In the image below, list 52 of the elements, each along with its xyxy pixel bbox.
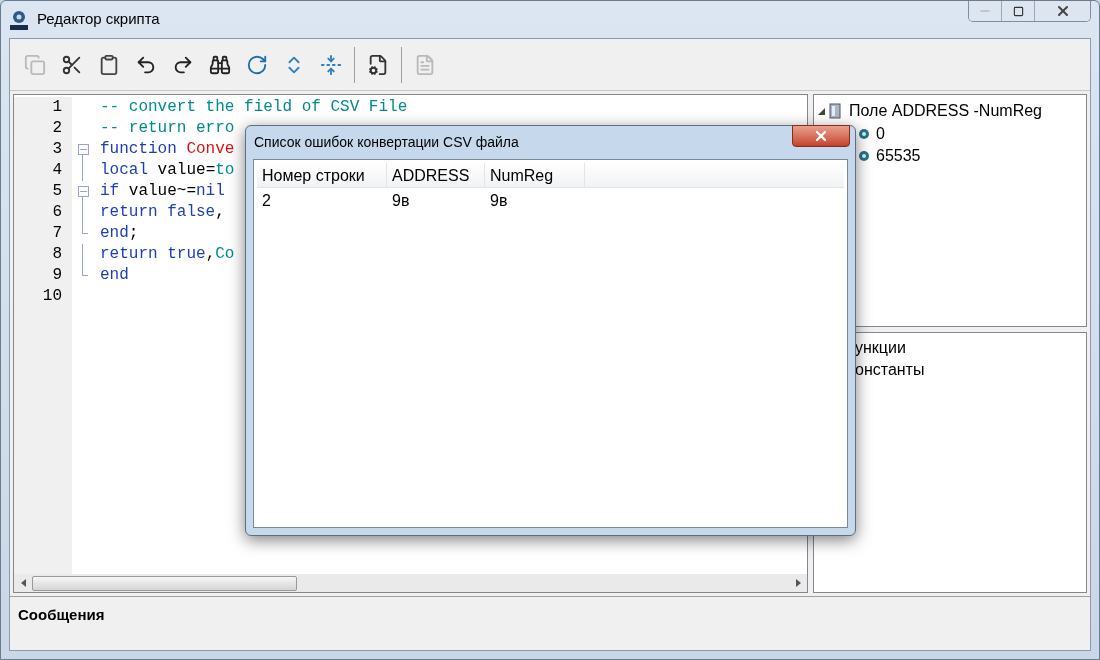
- table-cell-text: 9в: [489, 191, 509, 211]
- code-line: local value=to: [99, 160, 235, 181]
- dialog-title: Список ошибок конвертации CSV файла: [253, 133, 519, 152]
- table-cell-text: 9в: [391, 191, 411, 211]
- maximize-icon: [1012, 5, 1024, 17]
- scrollbar-thumb[interactable]: [32, 575, 297, 591]
- line-number: 2: [52, 118, 62, 139]
- column-header[interactable]: Номер строки: [257, 163, 387, 187]
- scroll-left-icon[interactable]: [20, 579, 26, 587]
- line-number: 9: [52, 265, 62, 286]
- clipboard-icon: [98, 53, 120, 76]
- expand-arrow-icon[interactable]: [818, 107, 825, 115]
- file-gear-icon: [367, 53, 389, 76]
- code-line: end;: [99, 223, 139, 244]
- column-header[interactable]: ADDRESS: [387, 163, 485, 187]
- binoculars-icon: [209, 53, 231, 76]
- code-line: function Conve: [99, 139, 235, 160]
- code-line: if value~=nil: [99, 181, 225, 202]
- line-number: 10: [42, 286, 62, 307]
- code-line: return true,Co: [99, 244, 235, 265]
- tree-item[interactable]: Поле ADDRESS -NumReg: [849, 99, 1042, 123]
- line-number: 8: [52, 244, 62, 265]
- line-number: 3: [52, 139, 62, 160]
- scissors-icon: [61, 53, 83, 76]
- code-line: -- return erro: [99, 118, 235, 139]
- collapse-icon: [320, 53, 342, 76]
- tree-item[interactable]: 0: [876, 122, 885, 146]
- close-button[interactable]: [792, 125, 850, 147]
- line-number: 6: [52, 202, 62, 223]
- code-line: end: [99, 265, 129, 286]
- horizontal-scrollbar[interactable]: [14, 574, 807, 592]
- copy-icon: [24, 53, 46, 76]
- messages-heading: Сообщения: [18, 606, 105, 623]
- tree-item[interactable]: 65535: [876, 144, 921, 168]
- fold-toggle-icon[interactable]: [77, 186, 89, 197]
- line-number: 5: [52, 181, 62, 202]
- code-line: return false,: [99, 202, 225, 223]
- line-number: 4: [52, 160, 62, 181]
- refresh-icon: [246, 53, 268, 76]
- close-icon: [813, 128, 829, 144]
- list-item[interactable]: ункции: [855, 337, 1086, 359]
- document-icon: [414, 53, 436, 76]
- fold-toggle-icon[interactable]: [77, 144, 89, 155]
- table-cell-text: 2: [261, 191, 272, 211]
- window-title: Редактор скрипта: [37, 9, 160, 30]
- line-number: 1: [52, 97, 62, 118]
- app-logo-icon: [9, 8, 29, 31]
- line-number: 7: [52, 223, 62, 244]
- list-item[interactable]: онстанты: [855, 359, 1086, 381]
- code-line: -- convert the field of CSV File: [99, 97, 408, 118]
- column-header[interactable]: NumReg: [485, 163, 585, 187]
- scroll-right-icon[interactable]: [795, 579, 801, 587]
